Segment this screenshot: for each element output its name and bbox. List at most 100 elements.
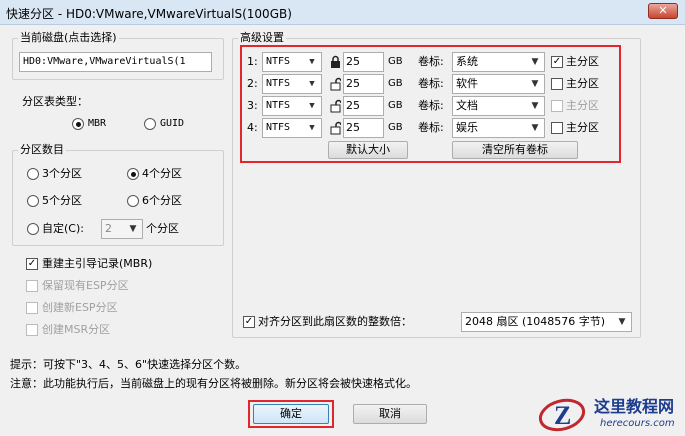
size-unit: GB: [388, 56, 403, 67]
volume-label-combo[interactable]: 娱乐 ▼: [452, 118, 545, 138]
watermark-title: 这里教程网: [594, 397, 675, 416]
volume-label-caption: 卷标:: [418, 77, 444, 90]
filesystem-combo[interactable]: NTFS ▼: [262, 96, 322, 116]
hint-text: 提示：可按下"3、4、5、6"快速选择分区个数。: [10, 358, 247, 371]
filesystem-value: NTFS: [266, 100, 291, 111]
default-size-button[interactable]: 默认大小: [328, 141, 408, 159]
primary-partition-label: 主分区: [566, 77, 599, 90]
volume-label-value: 娱乐: [456, 121, 478, 134]
partition-size-input[interactable]: 25: [343, 74, 384, 94]
chevron-down-icon: ▼: [309, 79, 315, 89]
count-3-label: 3个分区: [42, 167, 82, 180]
partition-index: 1:: [247, 55, 258, 68]
partition-table-type-label: 分区表类型：: [22, 95, 88, 108]
count-custom-label: 自定(C):: [42, 222, 84, 235]
advanced-settings-legend: 高级设置: [238, 31, 286, 44]
volume-label-value: 软件: [456, 77, 478, 90]
partition-size-input[interactable]: 25: [343, 96, 384, 116]
chevron-down-icon: ▼: [531, 101, 539, 111]
filesystem-combo[interactable]: NTFS ▼: [262, 52, 322, 72]
keep-esp-checkbox[interactable]: [26, 280, 38, 292]
primary-partition-checkbox[interactable]: [551, 122, 563, 134]
unlock-icon[interactable]: [330, 121, 342, 135]
primary-partition-label: 主分区: [566, 55, 599, 68]
partition-index: 4:: [247, 121, 258, 134]
custom-count-suffix: 个分区: [146, 222, 179, 235]
primary-partition-label: 主分区: [566, 121, 599, 134]
count-6-label: 6个分区: [142, 194, 182, 207]
primary-partition-label: 主分区: [566, 99, 599, 112]
mbr-radio[interactable]: [72, 118, 84, 130]
partition-count-legend: 分区数目: [18, 143, 66, 156]
guid-radio[interactable]: [144, 118, 156, 130]
size-unit: GB: [388, 122, 403, 133]
align-checkbox[interactable]: ✓: [243, 316, 255, 328]
unlock-icon[interactable]: [330, 99, 342, 113]
chevron-down-icon: ▼: [309, 123, 315, 133]
disk-group-legend: 当前磁盘(点击选择): [18, 31, 119, 44]
chevron-down-icon: ▼: [618, 317, 626, 327]
partition-index: 3:: [247, 99, 258, 112]
window-title: 快速分区 - HD0:VMware,VMwareVirtualS(100GB): [6, 7, 292, 21]
keep-esp-label: 保留现有ESP分区: [42, 279, 129, 292]
primary-partition-checkbox[interactable]: ✓: [551, 56, 563, 68]
lock-icon[interactable]: [330, 55, 342, 69]
count-5-label: 5个分区: [42, 194, 82, 207]
chevron-down-icon: ▼: [531, 79, 539, 89]
align-label: 对齐分区到此扇区数的整数倍：: [258, 315, 412, 328]
size-unit: GB: [388, 100, 403, 111]
custom-count-combo[interactable]: 2 ▼: [101, 219, 143, 239]
count-3-radio[interactable]: [27, 168, 39, 180]
filesystem-value: NTFS: [266, 122, 291, 133]
guid-label: GUID: [160, 118, 185, 129]
count-custom-radio[interactable]: [27, 223, 39, 235]
volume-label-value: 系统: [456, 55, 478, 68]
clear-labels-button[interactable]: 清空所有卷标: [452, 141, 578, 159]
create-esp-label: 创建新ESP分区: [42, 301, 118, 314]
close-button[interactable]: ✕: [648, 3, 678, 19]
rebuild-mbr-label: 重建主引导记录(MBR): [42, 257, 153, 270]
warning-text: 注意：此功能执行后，当前磁盘上的现有分区将被删除。新分区将会被快速格式化。: [10, 377, 417, 390]
unlock-icon[interactable]: [330, 77, 342, 91]
partition-index: 2:: [247, 77, 258, 90]
size-unit: GB: [388, 78, 403, 89]
count-4-label: 4个分区: [142, 167, 182, 180]
volume-label-caption: 卷标:: [418, 121, 444, 134]
align-sectors-combo[interactable]: 2048 扇区 (1048576 字节) ▼: [461, 312, 632, 332]
volume-label-caption: 卷标:: [418, 99, 444, 112]
volume-label-combo[interactable]: 软件 ▼: [452, 74, 545, 94]
count-5-radio[interactable]: [27, 195, 39, 207]
chevron-down-icon: ▼: [309, 57, 315, 67]
filesystem-combo[interactable]: NTFS ▼: [262, 74, 322, 94]
volume-label-value: 文档: [456, 99, 478, 112]
rebuild-mbr-checkbox[interactable]: ✓: [26, 258, 38, 270]
chevron-down-icon: ▼: [309, 101, 315, 111]
filesystem-combo[interactable]: NTFS ▼: [262, 118, 322, 138]
watermark-url: herecours.com: [600, 418, 675, 429]
partition-size-input[interactable]: 25: [343, 52, 384, 72]
volume-label-combo[interactable]: 系统 ▼: [452, 52, 545, 72]
watermark-logo-icon: Z: [538, 395, 586, 433]
create-msr-checkbox[interactable]: [26, 324, 38, 336]
count-4-radio[interactable]: [127, 168, 139, 180]
cancel-button[interactable]: 取消: [353, 404, 427, 424]
primary-partition-checkbox[interactable]: [551, 100, 563, 112]
chevron-down-icon: ▼: [531, 123, 539, 133]
filesystem-value: NTFS: [266, 78, 291, 89]
align-sectors-value: 2048 扇区 (1048576 字节): [465, 315, 606, 328]
filesystem-value: NTFS: [266, 56, 291, 67]
create-esp-checkbox[interactable]: [26, 302, 38, 314]
chevron-down-icon: ▼: [531, 57, 539, 67]
watermark-logo-letter: Z: [554, 401, 571, 430]
ok-button[interactable]: 确定: [253, 404, 329, 424]
disk-selector[interactable]: HD0:VMware,VMwareVirtualS(1: [19, 52, 212, 72]
chevron-down-icon: ▼: [129, 224, 137, 234]
partition-size-input[interactable]: 25: [343, 118, 384, 138]
count-6-radio[interactable]: [127, 195, 139, 207]
create-msr-label: 创建MSR分区: [42, 323, 111, 336]
volume-label-caption: 卷标:: [418, 55, 444, 68]
primary-partition-checkbox[interactable]: [551, 78, 563, 90]
mbr-label: MBR: [88, 118, 107, 129]
volume-label-combo[interactable]: 文档 ▼: [452, 96, 545, 116]
custom-count-value: 2: [105, 222, 112, 235]
